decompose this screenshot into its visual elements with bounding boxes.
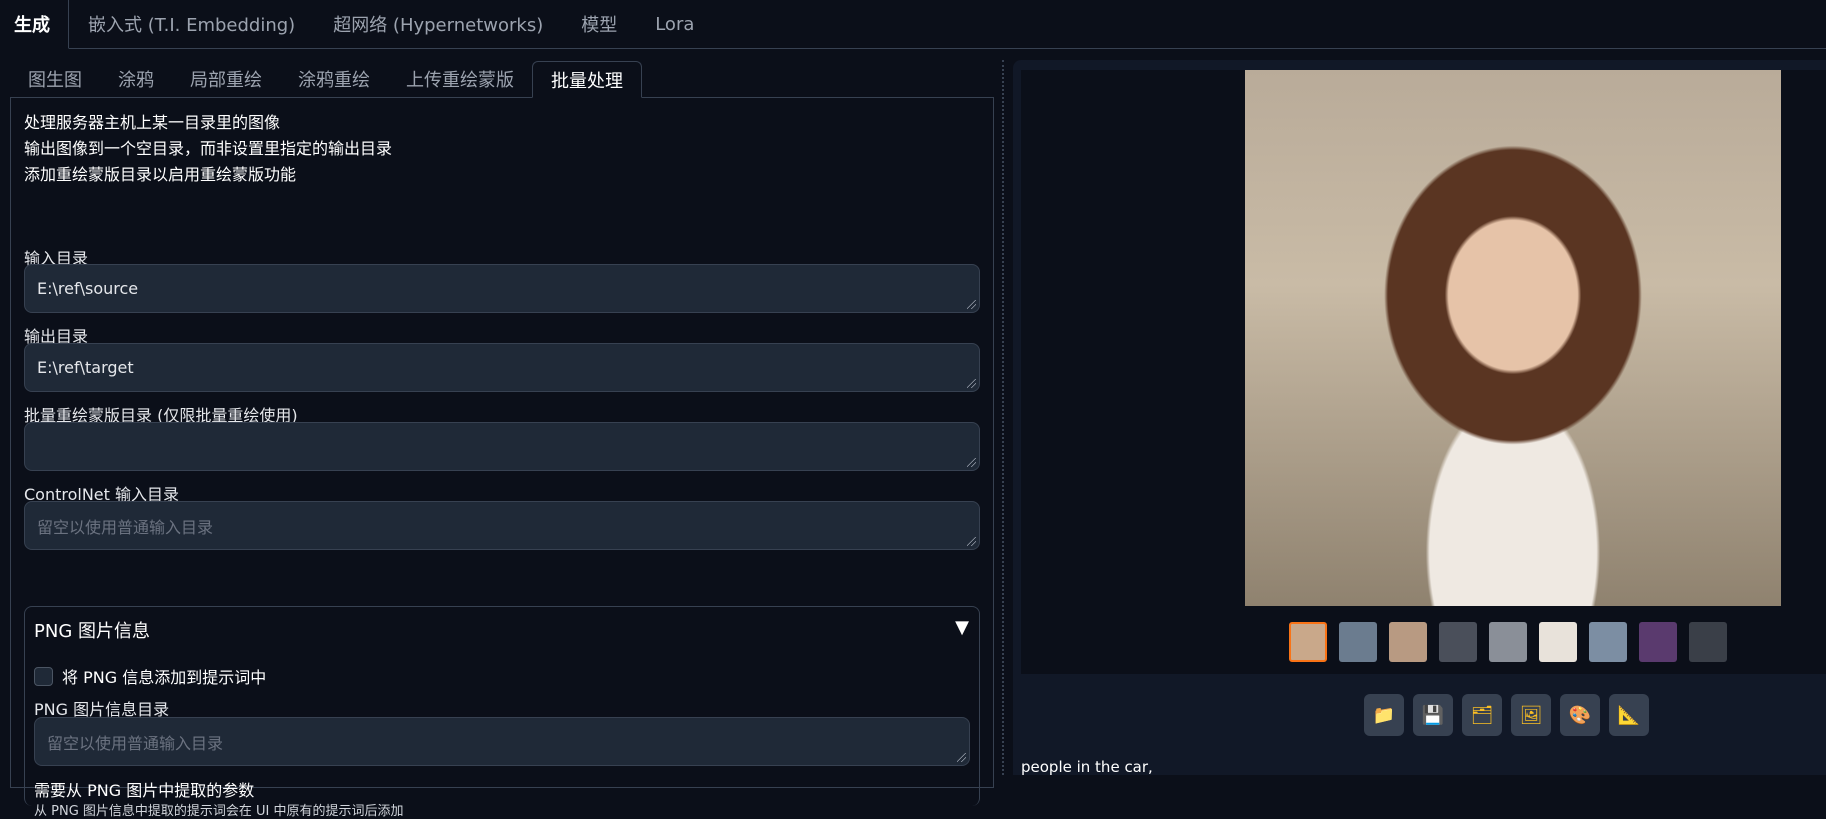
output-toolbar: 📁 💾 🗂 🖼 🎨 📐 bbox=[1364, 694, 1658, 736]
output-caption: people in the car, bbox=[1021, 758, 1153, 776]
output-dir-value: E:\ref\target bbox=[37, 358, 134, 377]
thumbnail[interactable] bbox=[1639, 622, 1677, 662]
subtab-batch[interactable]: 批量处理 bbox=[532, 61, 642, 98]
tab-hypernetworks[interactable]: 超网络 (Hypernetworks) bbox=[314, 0, 562, 48]
tab-models[interactable]: 模型 bbox=[562, 0, 636, 48]
info-line: 添加重绘蒙版目录以启用重绘蒙版功能 bbox=[24, 165, 297, 184]
top-navigation: 生成 嵌入式 (T.I. Embedding) 超网络 (Hypernetwor… bbox=[0, 0, 1826, 49]
resize-handle-icon[interactable] bbox=[967, 300, 976, 309]
png-info-dir-placeholder: 留空以使用普通输入目录 bbox=[47, 733, 224, 753]
tab-lora[interactable]: Lora bbox=[636, 0, 713, 48]
batch-panel: 处理服务器主机上某一目录里的图像 输出图像到一个空目录，而非设置里指定的输出目录… bbox=[10, 98, 994, 819]
output-gallery bbox=[1021, 70, 1826, 674]
img2img-subtabs: 图生图 涂鸦 局部重绘 涂鸦重绘 上传重绘蒙版 批量处理 bbox=[10, 61, 994, 98]
output-dir-field[interactable]: E:\ref\target bbox=[24, 343, 980, 392]
thumbnail[interactable] bbox=[1689, 622, 1727, 662]
resize-handle-icon[interactable] bbox=[957, 753, 966, 762]
resize-handle-icon[interactable] bbox=[967, 458, 976, 467]
left-panel: 图生图 涂鸦 局部重绘 涂鸦重绘 上传重绘蒙版 批量处理 处理服务器主机上某一目… bbox=[0, 49, 1000, 819]
output-panel: 📁 💾 🗂 🖼 🎨 📐 people in the car, bbox=[1013, 60, 1826, 776]
thumbnail[interactable] bbox=[1489, 622, 1527, 662]
collapse-arrow-icon[interactable]: ▼ bbox=[955, 617, 969, 638]
subtab-inpaint[interactable]: 局部重绘 bbox=[172, 61, 280, 97]
zip-icon[interactable]: 🗂 bbox=[1462, 694, 1502, 736]
info-line: 处理服务器主机上某一目录里的图像 bbox=[24, 113, 281, 132]
thumbnail[interactable] bbox=[1539, 622, 1577, 662]
controlnet-dir-field[interactable]: 留空以使用普通输入目录 bbox=[24, 501, 980, 550]
resize-handle-icon[interactable] bbox=[967, 537, 976, 546]
controlnet-dir-placeholder: 留空以使用普通输入目录 bbox=[37, 517, 214, 537]
png-info-dir-field[interactable]: 留空以使用普通输入目录 bbox=[34, 717, 970, 766]
thumbnail[interactable] bbox=[1589, 622, 1627, 662]
thumbnail[interactable] bbox=[1289, 622, 1327, 662]
png-params-hint: 从 PNG 图片信息中提取的提示词会在 UI 中原有的提示词后添加 bbox=[34, 804, 404, 819]
image-icon[interactable]: 🖼 bbox=[1511, 694, 1551, 736]
subtab-img2img[interactable]: 图生图 bbox=[10, 61, 100, 97]
resize-handle-icon[interactable] bbox=[967, 379, 976, 388]
input-dir-field[interactable]: E:\ref\source bbox=[24, 264, 980, 313]
subtab-sketch[interactable]: 涂鸦 bbox=[100, 61, 172, 97]
png-info-checkbox-label: 将 PNG 信息添加到提示词中 bbox=[62, 668, 267, 687]
thumbnail[interactable] bbox=[1439, 622, 1477, 662]
thumbnail-strip bbox=[1289, 622, 1739, 662]
folder-icon[interactable]: 📁 bbox=[1364, 694, 1404, 736]
thumbnail[interactable] bbox=[1339, 622, 1377, 662]
thumbnail[interactable] bbox=[1389, 622, 1427, 662]
subtab-inpaint-sketch[interactable]: 涂鸦重绘 bbox=[280, 61, 388, 97]
batch-info: 处理服务器主机上某一目录里的图像 输出图像到一个空目录，而非设置里指定的输出目录… bbox=[24, 110, 392, 188]
png-info-checkbox[interactable] bbox=[34, 666, 53, 686]
input-dir-value: E:\ref\source bbox=[37, 279, 139, 298]
png-params-label: 需要从 PNG 图片中提取的参数 bbox=[34, 781, 255, 800]
output-image[interactable] bbox=[1245, 70, 1781, 606]
png-info-title[interactable]: PNG 图片信息 bbox=[34, 617, 150, 643]
mask-dir-field[interactable] bbox=[24, 422, 980, 471]
tab-generate[interactable]: 生成 bbox=[0, 0, 69, 49]
panel-resizer[interactable] bbox=[1002, 60, 1004, 775]
subtab-inpaint-upload[interactable]: 上传重绘蒙版 bbox=[388, 61, 532, 97]
ruler-icon[interactable]: 📐 bbox=[1609, 694, 1649, 736]
tab-embedding[interactable]: 嵌入式 (T.I. Embedding) bbox=[69, 0, 314, 48]
info-line: 输出图像到一个空目录，而非设置里指定的输出目录 bbox=[24, 139, 393, 158]
palette-icon[interactable]: 🎨 bbox=[1560, 694, 1600, 736]
png-info-checkbox-row[interactable]: 将 PNG 信息添加到提示词中 bbox=[34, 664, 266, 688]
png-info-accordion: PNG 图片信息 ▼ 将 PNG 信息添加到提示词中 PNG 图片信息目录 留空… bbox=[24, 606, 980, 819]
save-icon[interactable]: 💾 bbox=[1413, 694, 1453, 736]
